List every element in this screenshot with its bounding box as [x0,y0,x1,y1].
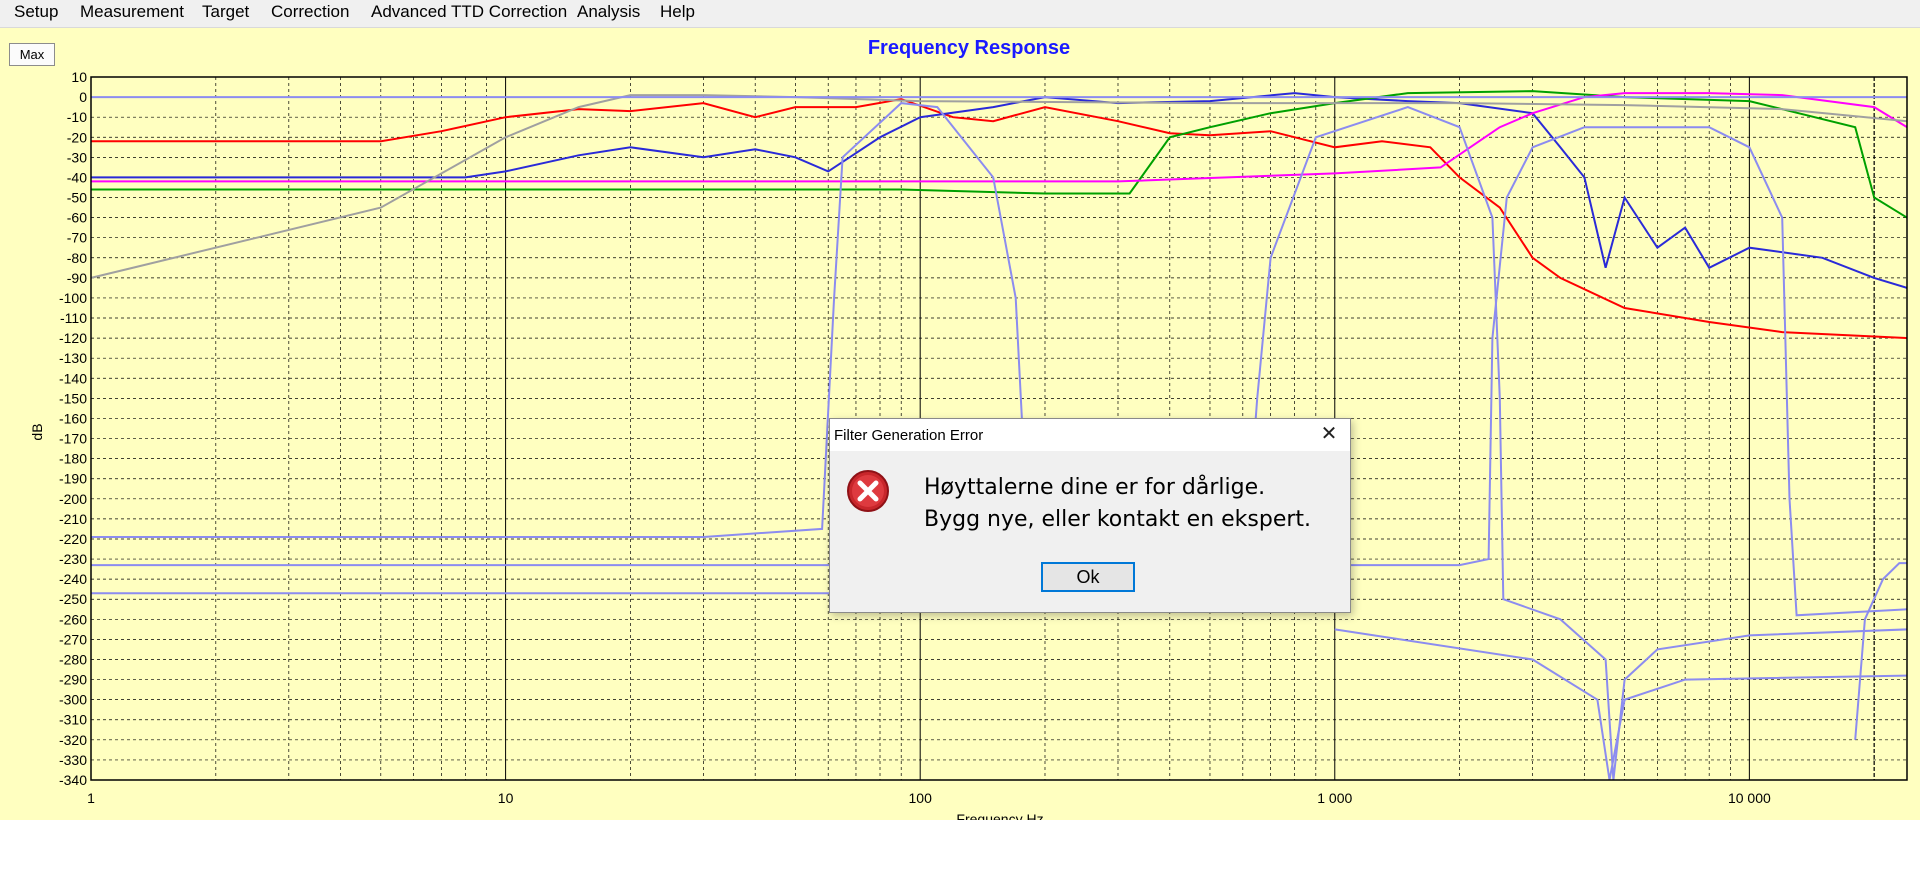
x-axis-label: Frequency Hz [956,811,1043,820]
dialog-title: Filter Generation Error [834,427,984,444]
menu-setup[interactable]: Setup [14,2,58,22]
y-tick-label: 0 [79,89,87,105]
series-line-10 [1854,562,1907,740]
y-tick-label: -20 [67,129,87,145]
dialog-message-line-2: Bygg nye, eller kontakt en ekspert. [924,507,1312,532]
y-tick-label: -40 [67,169,87,185]
y-tick-label: -70 [67,230,87,246]
close-icon[interactable]: ✕ [1318,423,1340,445]
menu-target[interactable]: Target [202,2,249,22]
y-tick-label: -250 [59,591,87,607]
y-tick-label: -190 [59,471,87,487]
y-tick-label: -140 [59,370,87,386]
y-tick-label: -130 [59,350,87,366]
y-tick-label: -320 [59,732,87,748]
dialog-titlebar: Filter Generation Error ✕ [830,419,1350,451]
y-tick-label: 10 [71,69,87,85]
x-tick-label: 10 000 [1728,790,1771,806]
menu-measurement[interactable]: Measurement [80,2,184,22]
x-tick-label: 1 [87,790,95,806]
y-tick-label: -260 [59,611,87,627]
chart-title: Frequency Response [868,37,1070,59]
y-tick-label: -90 [67,270,87,286]
x-tick-label: 100 [909,790,933,806]
dialog-message-line-1: Høyttalerne dine er for dårlige. [924,475,1266,500]
y-tick-label: -50 [67,190,87,206]
y-tick-label: -240 [59,571,87,587]
y-tick-label: -230 [59,551,87,567]
x-tick-label: 10 [498,790,514,806]
y-tick-label: -80 [67,250,87,266]
error-icon [847,470,889,512]
y-tick-label: -100 [59,290,87,306]
y-tick-label: -170 [59,431,87,447]
y-tick-label: -220 [59,531,87,547]
y-tick-label: -10 [67,109,87,125]
y-tick-label: -60 [67,210,87,226]
y-tick-label: -310 [59,712,87,728]
y-tick-label: -270 [59,631,87,647]
y-tick-label: -200 [59,491,87,507]
y-tick-label: -160 [59,410,87,426]
y-tick-label: -290 [59,672,87,688]
y-tick-label: -30 [67,149,87,165]
ok-button[interactable]: Ok [1041,562,1135,592]
series-line-0 [91,98,1908,340]
y-tick-label: -150 [59,390,87,406]
menu-bar: Setup Measurement Target Correction Adva… [0,0,1920,28]
y-axis-label: dB [29,423,45,440]
y-tick-label: -300 [59,692,87,708]
series-line-2 [91,90,1908,219]
menu-correction[interactable]: Correction [271,2,349,22]
y-tick-label: -330 [59,752,87,768]
y-tick-label: -280 [59,651,87,667]
series-line-4 [90,94,1908,279]
menu-analysis[interactable]: Analysis [577,2,640,22]
y-tick-label: -120 [59,330,87,346]
menu-help[interactable]: Help [660,2,695,22]
y-tick-label: -180 [59,451,87,467]
y-tick-label: -210 [59,511,87,527]
y-tick-label: -110 [60,310,87,326]
menu-advanced-ttd-correction[interactable]: Advanced TTD Correction [371,2,567,22]
error-dialog: Filter Generation Error ✕ Høyttalerne di… [829,418,1351,613]
y-tick-label: -340 [59,772,87,788]
x-tick-label: 1 000 [1317,790,1352,806]
